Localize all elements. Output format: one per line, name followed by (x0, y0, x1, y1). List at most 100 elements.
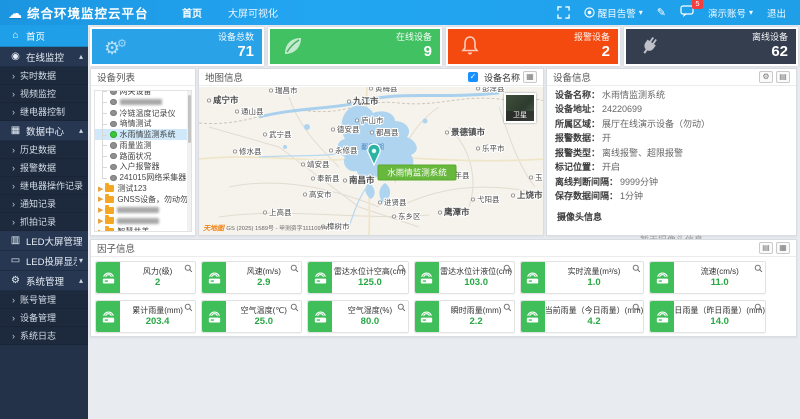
factor-card-4[interactable]: 实时流量(m³/s)1.0 (520, 261, 645, 294)
tree-device-4[interactable]: 水雨情监测系统 (95, 129, 191, 140)
sidebar-subitem-1-1[interactable]: ›视频监控 (0, 85, 88, 103)
tree-scrollbar[interactable] (187, 91, 191, 231)
magnifier-icon[interactable] (184, 264, 193, 273)
tree-folder-3[interactable]: ▶ (95, 216, 191, 227)
tree-device-8[interactable]: 241015网络采集器 (95, 172, 191, 183)
sidebar-subitem-2-2[interactable]: ›继电器操作记录 (0, 177, 88, 195)
factor-card-6[interactable]: 累计雨量(mm)203.4 (95, 300, 196, 333)
tree-device-label: 入户报警器 (120, 161, 160, 172)
tree-device-2[interactable]: 冷链温度记录仪 (95, 108, 191, 119)
magnifier-icon[interactable] (503, 264, 512, 273)
map-label-dot (311, 177, 314, 180)
notifications-button[interactable]: 5 (680, 5, 694, 20)
sidebar-subitem-5-2[interactable]: ›系统日志 (0, 327, 88, 345)
fullscreen-icon[interactable] (557, 6, 570, 19)
chevron-right-icon: › (12, 163, 15, 173)
account-label: 演示账号 (708, 6, 746, 20)
factor-card-9[interactable]: 瞬时雨量(mm)2.2 (414, 300, 515, 333)
edit-icon[interactable]: ✎ (657, 6, 666, 19)
device-settings-icon[interactable]: ⚙ (759, 71, 773, 83)
magnifier-icon[interactable] (503, 303, 512, 312)
stat-card-value: 62 (752, 43, 788, 62)
sensor-icon (415, 262, 439, 293)
magnifier-icon[interactable] (290, 264, 299, 273)
info-field-value: 水雨情监测系统 (602, 91, 665, 101)
factor-card-10[interactable]: 当前雨量（今日雨量）(mm)4.2 (520, 300, 645, 333)
sidebar-subitem-label: 历史数据 (20, 143, 56, 156)
magnifier-icon[interactable] (397, 264, 406, 273)
stat-card-2[interactable]: 报警设备2 (446, 27, 620, 66)
alarm-toggle[interactable]: 醒目告警 ▾ (584, 6, 643, 20)
tree-folder-2[interactable]: ▶ (95, 205, 191, 216)
factor-card-8[interactable]: 空气湿度(%)80.0 (307, 300, 408, 333)
factor-label: 当前雨量（今日雨量）(mm) (545, 306, 644, 316)
sidebar-item-5[interactable]: ⚙系统管理▴ (0, 271, 88, 291)
sidebar-subitem-5-0[interactable]: ›账号管理 (0, 291, 88, 309)
tree-device-6[interactable]: 路面状况 (95, 151, 191, 162)
tree-device-1[interactable] (95, 97, 191, 108)
magnifier-icon[interactable] (397, 303, 406, 312)
factor-card-7[interactable]: 空气温度(℃)25.0 (201, 300, 302, 333)
sidebar-item-0[interactable]: ⌂首页 (0, 25, 88, 47)
sidebar-item-2[interactable]: ▦数据中心▴ (0, 121, 88, 141)
magnifier-icon[interactable] (754, 264, 763, 273)
factor-grid-view-icon[interactable]: ▦ (776, 242, 790, 254)
map-label-11: 修水县 (239, 146, 262, 156)
account-menu[interactable]: 演示账号 ▾ (708, 6, 753, 20)
sidebar-subitem-2-1[interactable]: › 报警数据 (0, 159, 88, 177)
sidebar-subitem-1-0[interactable]: ›实时数据 (0, 67, 88, 85)
magnifier-icon[interactable] (632, 303, 641, 312)
factor-list-view-icon[interactable]: ▤ (759, 242, 773, 254)
stat-card-0[interactable]: ⚙⚙设备总数71 (90, 27, 264, 66)
folder-caret-icon: ▶ (98, 206, 103, 214)
tree-folder-1[interactable]: ▶GNSS设备，勿动勿改 (95, 194, 191, 205)
magnifier-icon[interactable] (290, 303, 299, 312)
map-canvas[interactable]: 鄱阳湖 咸宁市通山县瑞昌市黄梅县彭泽县九江市庐山市德安县都昌县景德镇市乐平市修水… (199, 87, 543, 235)
tree-folder-0[interactable]: ▶测试123 (95, 183, 191, 194)
magnifier-icon[interactable] (754, 303, 763, 312)
sidebar-subitem-2-3[interactable]: ›通知记录 (0, 195, 88, 213)
tree-device-7[interactable]: 入户报警器 (95, 162, 191, 173)
factor-card-0[interactable]: 风力(级)2 (95, 261, 196, 294)
tree-device-3[interactable]: 墒情测试 (95, 118, 191, 129)
cloud-logo-icon: ☁ (8, 6, 22, 20)
sidebar-subitem-5-1[interactable]: ›设备管理 (0, 309, 88, 327)
device-table-icon[interactable]: ▤ (776, 71, 790, 83)
factor-value: 11.0 (711, 277, 729, 289)
sidebar-subitem-label: 报警数据 (20, 161, 56, 174)
factor-card-11[interactable]: 日雨量（昨日雨量）(mm)14.0 (649, 300, 766, 333)
device-map-tooltip[interactable]: 水雨情监测系统 (378, 165, 456, 180)
map-label-dot (392, 215, 395, 218)
map-panel: 地图信息 ✓ 设备名称 ▦ (198, 68, 544, 236)
map-label-10: 乐平市 (482, 143, 505, 153)
sidebar-subitem-1-2[interactable]: ›继电器控制 (0, 103, 88, 121)
satellite-layer-button[interactable]: 卫星 (504, 93, 536, 123)
factor-card-5[interactable]: 流速(cm/s)11.0 (649, 261, 766, 294)
sidebar-subitem-2-4[interactable]: ›抓拍记录 (0, 213, 88, 231)
stat-card-3[interactable]: 离线设备62 (624, 27, 798, 66)
stat-card-1[interactable]: 在线设备9 (268, 27, 442, 66)
sidebar-subitem-label: 系统日志 (20, 329, 56, 342)
logout-button[interactable]: 退出 (767, 6, 786, 20)
factor-card-2[interactable]: 雷达水位计空高(cm)125.0 (307, 261, 408, 294)
magnifier-icon[interactable] (184, 303, 193, 312)
tree-folder-4[interactable]: ▶智慧井盖 (95, 226, 191, 232)
map-tool-icon[interactable]: ▦ (523, 71, 537, 83)
tree-device-0[interactable]: 网关设备 (95, 90, 191, 97)
factor-card-1[interactable]: 风速(m/s)2.9 (201, 261, 302, 294)
top-nav-item-1[interactable]: 大屏可视化 (228, 5, 278, 20)
tree-device-5[interactable]: 雨量监测 (95, 140, 191, 151)
factor-card-3[interactable]: 雷达水位计液位(cm)103.0 (414, 261, 515, 294)
info-field-label: 所属区域： (555, 120, 600, 130)
device-name-checkbox[interactable]: ✓ (468, 72, 478, 82)
stat-card-text: 在线设备9 (396, 32, 432, 62)
sidebar-item-4[interactable]: ▭LED投屏显示▾ (0, 251, 88, 271)
factor-value: 2.2 (469, 316, 482, 328)
sidebar-item-1[interactable]: ◉在线监控▴ (0, 47, 88, 67)
magnifier-icon[interactable] (632, 264, 641, 273)
chevron-down-icon: ▾ (639, 8, 643, 17)
top-nav-item-0[interactable]: 首页 (182, 5, 202, 20)
sensor-icon (202, 301, 226, 332)
sidebar-item-3[interactable]: ▥LED大屏管理 (0, 231, 88, 251)
sidebar-subitem-2-0[interactable]: ›历史数据 (0, 141, 88, 159)
